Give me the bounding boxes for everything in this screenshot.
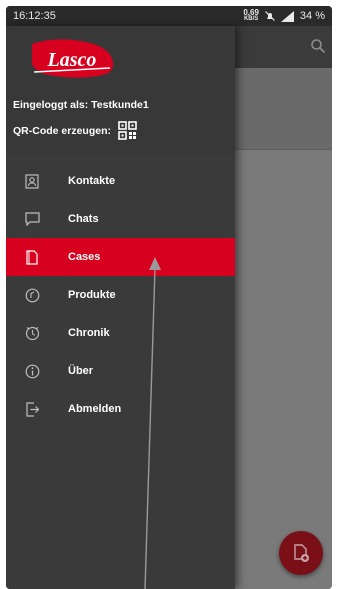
menu-item-ueber[interactable]: Über bbox=[6, 352, 235, 390]
case-icon bbox=[24, 249, 40, 265]
add-document-icon bbox=[294, 544, 309, 562]
qr-code-label: QR-Code erzeugen: bbox=[13, 124, 112, 137]
new-case-fab[interactable] bbox=[279, 531, 323, 575]
status-bar: 16:12:35 0,69 KB/S 34 % bbox=[6, 6, 332, 26]
status-time: 16:12:35 bbox=[13, 10, 56, 22]
menu-item-label: Chronik bbox=[68, 327, 110, 339]
menu-item-cases[interactable]: Cases bbox=[6, 238, 235, 276]
menu-item-chronik[interactable]: Chronik bbox=[6, 314, 235, 352]
menu-item-label: Produkte bbox=[68, 289, 116, 301]
network-speed-unit: KB/S bbox=[243, 16, 259, 22]
menu-item-produkte[interactable]: Produkte bbox=[6, 276, 235, 314]
search-icon[interactable] bbox=[310, 38, 326, 54]
status-icons: 0,69 KB/S 34 % bbox=[243, 9, 325, 23]
logout-icon bbox=[24, 401, 40, 417]
menu-item-kontakte[interactable]: Kontakte bbox=[6, 162, 235, 200]
menu-item-label: Abmelden bbox=[68, 403, 122, 415]
logged-in-label: Eingeloggt als: Testkunde1 bbox=[13, 99, 149, 111]
qr-code-row[interactable]: QR-Code erzeugen: bbox=[13, 121, 137, 140]
chat-icon bbox=[24, 211, 40, 227]
battery-level: 34 % bbox=[299, 10, 325, 22]
history-icon bbox=[24, 325, 40, 341]
contacts-icon bbox=[24, 173, 40, 189]
info-icon bbox=[24, 363, 40, 379]
mute-icon bbox=[264, 11, 275, 21]
navigation-drawer: Lasco Eingeloggt als: Testkunde1 QR-Code… bbox=[6, 26, 235, 589]
menu-item-abmelden[interactable]: Abmelden bbox=[6, 390, 235, 428]
menu-item-label: Über bbox=[68, 365, 94, 377]
qr-code-icon[interactable] bbox=[118, 121, 137, 140]
drawer-header: Lasco Eingeloggt als: Testkunde1 QR-Code… bbox=[6, 26, 235, 154]
logo-text: Lasco bbox=[47, 49, 97, 71]
menu-item-label: Cases bbox=[68, 251, 101, 263]
signal-icon bbox=[280, 10, 294, 22]
drawer-menu: Kontakte Chats Cases Produkte Chronik Üb… bbox=[6, 162, 235, 428]
lasco-logo: Lasco bbox=[32, 39, 114, 78]
menu-item-chats[interactable]: Chats bbox=[6, 200, 235, 238]
menu-item-label: Kontakte bbox=[68, 175, 116, 187]
menu-item-label: Chats bbox=[68, 213, 99, 225]
phone-screen: 16:12:35 0,69 KB/S 34 % Lasco Eingeloggt… bbox=[6, 6, 332, 589]
network-speed: 0,69 KB/S bbox=[243, 9, 259, 23]
products-icon bbox=[24, 287, 40, 303]
